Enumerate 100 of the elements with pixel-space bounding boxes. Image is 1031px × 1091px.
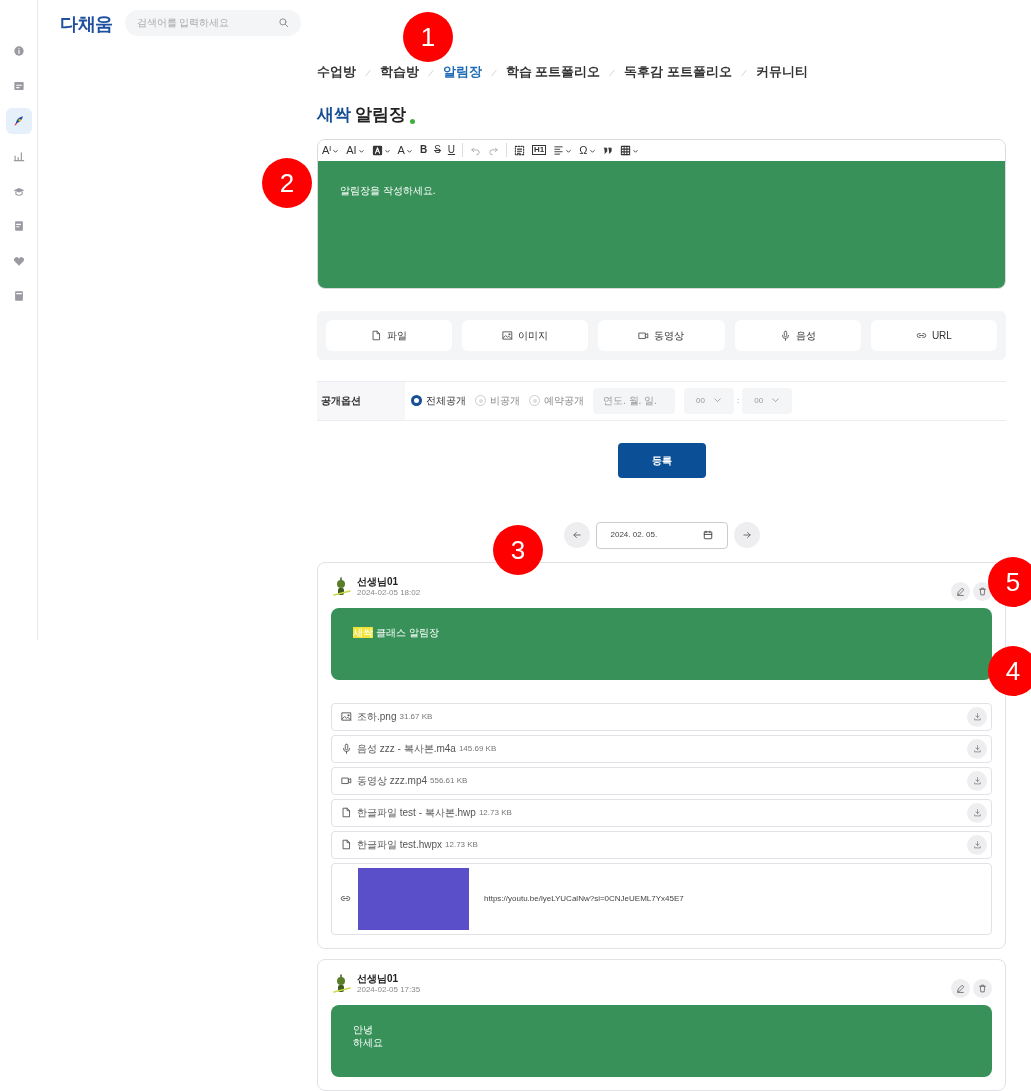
download-icon	[972, 840, 982, 850]
page-title: 알림장	[355, 104, 406, 126]
quote-icon	[602, 145, 613, 155]
edit-button[interactable]	[951, 582, 970, 602]
file-icon	[341, 807, 352, 819]
toolbar-button[interactable]: B	[419, 145, 428, 155]
breadcrumb-link[interactable]: 독후감 포트폴리오	[624, 63, 732, 83]
search-icon	[277, 17, 289, 28]
edit-button[interactable]	[951, 979, 970, 999]
time-separator: :	[737, 394, 740, 407]
calendar-icon	[702, 530, 713, 541]
url-link[interactable]: https://youtu.be/lyeLYUCalNw?si=0CNJeUEML7Yx45E7	[484, 893, 684, 905]
pencil-icon	[956, 587, 965, 597]
attach-button[interactable]: 파일	[326, 319, 453, 351]
file-size: 145.69 KB	[458, 743, 497, 755]
breadcrumb-link[interactable]: 학습 포트폴리오	[506, 63, 601, 83]
avatar-icon	[331, 974, 351, 994]
highlight-icon	[371, 144, 383, 156]
logo[interactable]: 다채움	[60, 9, 113, 33]
microphone-icon	[779, 329, 791, 341]
breadcrumb-link[interactable]: 알림장	[443, 63, 482, 83]
attachment-row[interactable]: 조하.png 31.67 KB	[331, 703, 992, 731]
breadcrumb-link[interactable]: 커뮤니티	[755, 63, 808, 83]
file-size: 31.67 KB	[399, 711, 433, 723]
slash-separator-icon	[363, 67, 373, 78]
trash-icon	[978, 984, 987, 994]
attachment-row[interactable]: 한글파일 test.hwpx 12.73 KB	[331, 831, 992, 859]
redo-icon	[488, 144, 500, 156]
toolbar-button[interactable]: AI	[346, 144, 365, 156]
date-field[interactable]: 연도. 월. 일.	[593, 387, 675, 414]
slash-separator-icon	[489, 67, 499, 78]
toolbar-button[interactable]	[514, 144, 526, 156]
radio-option[interactable]: 비공개	[475, 393, 520, 409]
attachment-row[interactable]: 한글파일 test - 복사본.hwp 12.73 KB	[331, 799, 992, 827]
link-attachment[interactable]: https://youtu.be/lyeLYUCalNw?si=0CNJeUEML7Yx45E7	[331, 863, 992, 935]
number-marker: 1	[403, 12, 453, 62]
content-line: 안녕	[353, 1023, 374, 1036]
post-time: 2024-02-05 17:35	[357, 986, 421, 994]
toolbar-button[interactable]	[602, 145, 613, 155]
card-icon	[11, 79, 26, 93]
attach-button[interactable]: URL	[870, 319, 997, 351]
arrow-left-icon	[571, 530, 582, 541]
download-button[interactable]	[967, 739, 987, 759]
attachment-row[interactable]: 음성 zzz - 복사본.m4a 145.69 KB	[331, 735, 992, 763]
download-button[interactable]	[967, 803, 987, 823]
file-name: 조하.png	[357, 710, 397, 725]
toolbar-button[interactable]: Aᴵ	[322, 144, 340, 156]
editor-area[interactable]: 알림장을 작성하세요.	[318, 160, 1005, 288]
file-name: 동영상 zzz.mp4	[357, 774, 427, 789]
download-icon	[972, 712, 982, 722]
download-icon	[972, 808, 982, 818]
download-button[interactable]	[967, 771, 987, 791]
toolbar-button[interactable]: U	[447, 145, 456, 155]
download-button[interactable]	[967, 707, 987, 727]
attach-button[interactable]: 음성	[734, 319, 861, 351]
image-icon	[341, 711, 352, 723]
author-name: 선생님01	[357, 577, 400, 587]
toolbar-button[interactable]: A	[397, 144, 413, 156]
radio-option[interactable]: 예약공개	[529, 393, 584, 409]
previous-button[interactable]	[563, 522, 590, 549]
file-icon	[341, 839, 352, 851]
trash-icon	[978, 587, 987, 597]
sidebar-item[interactable]	[5, 108, 32, 134]
align-left-icon	[553, 144, 565, 156]
post-time: 2024-02-05 18:02	[357, 589, 421, 597]
date-picker-field[interactable]: 2024. 02. 05.	[595, 522, 728, 549]
download-icon	[972, 776, 982, 786]
file-size: 12.73 KB	[478, 807, 512, 819]
file-name: 한글파일 test.hwpx	[357, 838, 443, 853]
toolbar-button[interactable]: H1	[532, 145, 547, 155]
arrow-right-icon	[741, 530, 752, 541]
breadcrumb-link[interactable]: 학습방	[380, 63, 419, 83]
file-name: 한글파일 test - 복사본.hwp	[357, 806, 476, 821]
number-marker: 2	[262, 158, 312, 208]
number-marker: 3	[493, 525, 543, 575]
author-name: 선생님01	[357, 974, 400, 984]
submit-button[interactable]: 등록	[617, 443, 706, 478]
breadcrumb-link[interactable]: 수업방	[317, 63, 356, 83]
toolbar-button[interactable]	[619, 144, 639, 156]
avatar-icon	[331, 577, 351, 597]
attachment-row[interactable]: 동영상 zzz.mp4 556.61 KB	[331, 767, 992, 795]
download-button[interactable]	[967, 835, 987, 855]
toolbar-button[interactable]	[371, 144, 391, 156]
select-all-icon	[514, 144, 526, 156]
attach-button[interactable]: 이미지	[462, 319, 589, 351]
slash-separator-icon	[607, 67, 618, 78]
file-name: 음성 zzz - 복사본.m4a	[357, 742, 456, 757]
radio-option[interactable]: 전체공개	[411, 393, 466, 409]
number-marker: 5	[988, 557, 1031, 607]
toolbar-button[interactable]: S	[434, 145, 441, 155]
content-line: 하세요	[353, 1036, 384, 1049]
delete-button[interactable]	[973, 979, 992, 999]
attach-button[interactable]: 동영상	[598, 319, 725, 351]
info-icon	[11, 44, 26, 58]
file-size: 12.73 KB	[445, 839, 478, 851]
toolbar-button[interactable]: Ω	[579, 144, 596, 156]
page-title-accent: 새싹	[317, 104, 351, 126]
delete-button[interactable]	[973, 582, 992, 602]
search-field[interactable]: 검색어를 입력하세요	[124, 9, 301, 36]
next-button[interactable]	[733, 522, 760, 549]
